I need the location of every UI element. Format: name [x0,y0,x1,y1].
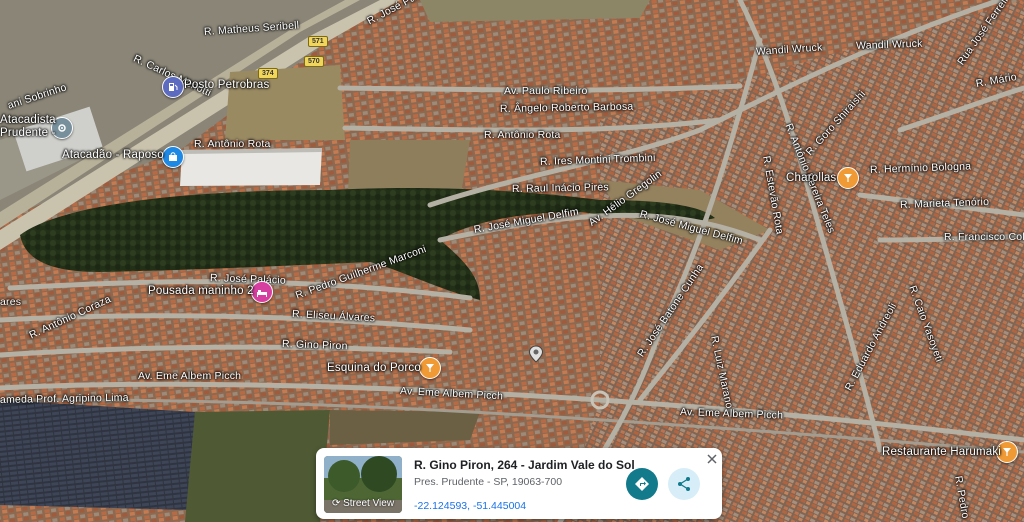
satellite-map[interactable] [0,0,1024,522]
place-coordinates[interactable]: -22.124593, -51.445004 [414,500,526,512]
share-icon [678,477,690,491]
directions-icon [635,477,649,491]
highway-shield: 571 [308,36,328,47]
shopping-bag-icon[interactable] [162,146,184,168]
selected-location-marker[interactable] [528,345,544,363]
close-icon[interactable] [706,452,718,464]
fuel-icon[interactable] [162,76,184,98]
restaurant-icon[interactable] [996,441,1018,463]
restaurant-icon[interactable] [837,167,859,189]
street-view-thumbnail[interactable]: ⟳ Street View [324,456,402,513]
street-view-label: ⟳ Street View [324,498,402,509]
street-view-text: Street View [343,498,395,509]
restaurant-icon[interactable] [419,357,441,379]
highway-shield: 374 [258,68,278,79]
place-address: R. Gino Piron, 264 - Jardim Vale do Sol [414,458,635,472]
share-button[interactable] [668,468,700,500]
location-icon[interactable] [51,117,73,139]
street-view-icon: ⟳ [331,498,341,509]
place-locality: Pres. Prudente - SP, 19063-700 [414,476,563,488]
highway-shield: 570 [304,56,324,67]
bed-icon[interactable] [251,281,273,303]
directions-button[interactable] [626,468,658,500]
place-info-card[interactable]: ⟳ Street View R. Gino Piron, 264 - Jardi… [316,448,722,519]
